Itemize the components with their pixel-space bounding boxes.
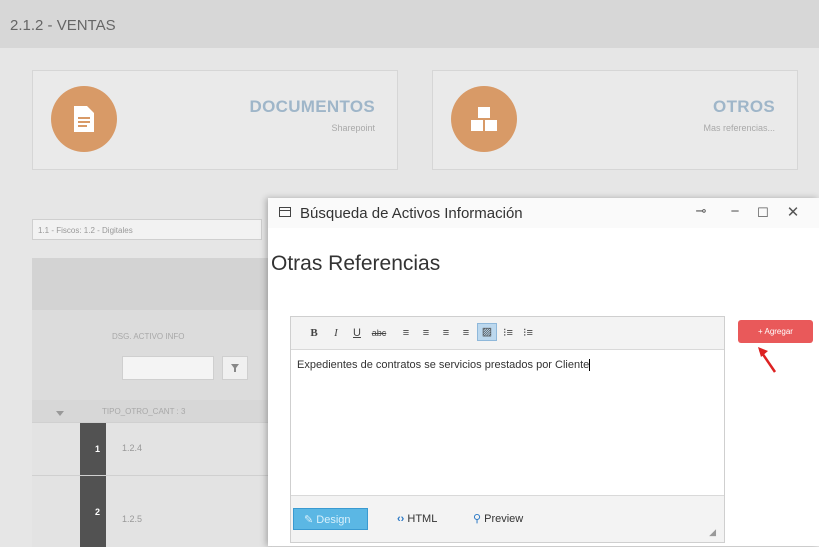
preview-mode-button[interactable]: ⚲ Preview (473, 508, 523, 530)
row-number: 1 (80, 423, 106, 475)
underline-button[interactable]: U (351, 325, 363, 341)
table-row[interactable]: 2 1.2.5 (32, 475, 272, 547)
pencil-icon: ✎ (304, 514, 317, 526)
justify-icon[interactable]: ≡ (459, 325, 473, 341)
plus-icon: + (758, 327, 763, 336)
ordered-list-icon[interactable]: ⁝≡ (501, 325, 515, 341)
unordered-list-icon[interactable]: ⁝≡ (521, 325, 535, 341)
boxes-icon (451, 86, 517, 152)
pin-icon[interactable]: ⊸ (692, 203, 710, 219)
collapse-arrow-icon[interactable] (56, 405, 64, 423)
filter-select[interactable]: 1.1 - Fiscos: 1.2 - Digitales (32, 219, 262, 240)
grid-column-header: DSG. ACTIVO INFO (32, 310, 272, 400)
editor-content[interactable]: Expedientes de contratos se servicios pr… (297, 359, 591, 372)
close-icon[interactable]: ✕ (784, 203, 802, 221)
row-code: 1.2.4 (122, 443, 143, 453)
dialog-heading: Otras Referencias (271, 252, 441, 275)
rich-text-editor: B I U abc ≡ ≡ ≡ ≡ ▨ ⁝≡ ⁝≡ Expedientes de… (290, 316, 725, 543)
window-icon (279, 207, 291, 217)
add-button[interactable]: + Agregar (738, 320, 813, 343)
column-filter-input[interactable] (122, 356, 214, 380)
tile-otros[interactable]: OTROS Mas referencias... (432, 70, 798, 170)
tile-title: DOCUMENTOS (249, 97, 375, 116)
tile-subtitle: Mas referencias... (703, 123, 775, 133)
tile-subtitle: Sharepoint (331, 123, 375, 133)
dialog-title: Búsqueda de Activos Información (300, 205, 523, 222)
dialog-titlebar[interactable]: Búsqueda de Activos Información ⊸ − ☐ ✕ (268, 198, 819, 228)
group-row[interactable]: TIPO_OTRO_CANT : 3 (32, 400, 272, 422)
design-mode-button[interactable]: ✎ Design (293, 508, 368, 530)
maximize-icon[interactable]: ☐ (754, 205, 772, 221)
page-title: 2.1.2 - VENTAS (10, 17, 116, 34)
tile-title: OTROS (713, 97, 775, 116)
align-left-icon[interactable]: ≡ (399, 325, 413, 341)
minimize-icon[interactable]: − (726, 203, 744, 220)
align-right-icon[interactable]: ≡ (439, 325, 453, 341)
editor-mode-bar: ✎ Design ‹› HTML ⚲ Preview ◢ (291, 495, 724, 542)
html-mode-button[interactable]: ‹› HTML (397, 508, 437, 530)
italic-button[interactable]: I (330, 325, 342, 341)
clear-format-icon[interactable]: ▨ (477, 323, 497, 341)
search-dialog: Búsqueda de Activos Información ⊸ − ☐ ✕ … (268, 198, 819, 546)
grid-header (32, 258, 272, 310)
code-icon: ‹› (397, 513, 405, 525)
strikethrough-button[interactable]: abc (369, 325, 389, 341)
resize-handle-icon[interactable]: ◢ (709, 527, 716, 538)
row-number: 2 (80, 476, 106, 547)
text-caret (589, 359, 591, 372)
row-code: 1.2.5 (122, 514, 143, 524)
table-row[interactable]: 1 1.2.4 (32, 422, 272, 475)
align-center-icon[interactable]: ≡ (419, 325, 433, 341)
tile-documentos[interactable]: DOCUMENTOS Sharepoint (32, 70, 398, 170)
red-arrow-annotation (758, 347, 777, 373)
magnifier-icon: ⚲ (473, 513, 482, 525)
group-label: TIPO_OTRO_CANT : 3 (102, 407, 186, 416)
editor-text[interactable]: Expedientes de contratos se servicios pr… (297, 359, 589, 371)
filter-icon[interactable] (222, 356, 248, 380)
bold-button[interactable]: B (308, 325, 320, 341)
page-header: 2.1.2 - VENTAS (0, 0, 819, 48)
column-title: DSG. ACTIVO INFO (112, 332, 185, 341)
document-icon (51, 86, 117, 152)
editor-toolbar: B I U abc ≡ ≡ ≡ ≡ ▨ ⁝≡ ⁝≡ (291, 317, 724, 350)
